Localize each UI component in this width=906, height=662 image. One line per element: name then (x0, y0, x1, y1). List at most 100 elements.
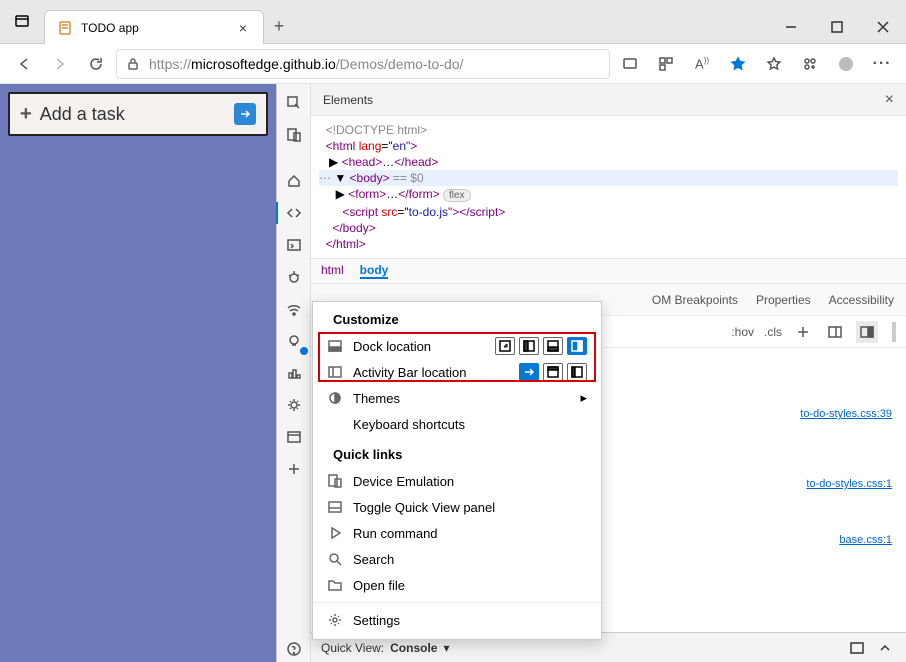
plus-icon: + (20, 103, 32, 126)
search-icon (327, 551, 343, 567)
url-path: /Demos/demo-to-do/ (336, 56, 464, 72)
memory-tab[interactable] (281, 360, 307, 386)
text-icon: A)) (695, 56, 709, 71)
menu-toggle-quickview[interactable]: Toggle Quick View panel (313, 494, 601, 520)
menu-heading-customize: Customize (313, 302, 601, 333)
dom-tree[interactable]: <!DOCTYPE html> <html lang="en"> ▶ <head… (311, 116, 906, 258)
console-tab[interactable] (281, 232, 307, 258)
qr-button[interactable] (650, 48, 682, 80)
dock-left-option[interactable] (519, 337, 539, 355)
computed-toggle[interactable] (824, 321, 846, 343)
sources-tab[interactable] (281, 264, 307, 290)
url-protocol: https:// (149, 56, 191, 72)
minimize-button[interactable] (768, 11, 814, 43)
arrow-right-icon (237, 106, 253, 122)
menu-keyboard-shortcuts[interactable]: Keyboard shortcuts (313, 411, 601, 437)
gear-icon (286, 397, 302, 413)
forward-button (44, 48, 76, 80)
application-tab[interactable] (281, 392, 307, 418)
quickview-select[interactable]: Console (390, 641, 437, 655)
hov-toggle[interactable]: :hov (731, 325, 754, 339)
source-link[interactable]: base.css:1 (839, 534, 892, 546)
help-button[interactable] (281, 636, 307, 662)
add-task-placeholder: Add a task (40, 104, 125, 125)
favorites-hub-button[interactable] (758, 48, 790, 80)
performance-tab[interactable] (281, 328, 307, 354)
menu-activitybar-location[interactable]: Activity Bar location (313, 359, 601, 385)
dock-undock-option[interactable] (495, 337, 515, 355)
sidebar-icon (327, 364, 343, 380)
menu-search[interactable]: Search (313, 546, 601, 572)
new-rule-button[interactable] (792, 321, 814, 343)
refresh-button[interactable] (80, 48, 112, 80)
read-aloud-button[interactable]: A)) (686, 48, 718, 80)
source-link[interactable]: to-do-styles.css:1 (806, 478, 892, 490)
elements-tab[interactable] (281, 200, 307, 226)
submit-task-button[interactable] (234, 103, 256, 125)
webpage-viewport: + Add a task (0, 84, 276, 662)
quickview-collapse-button[interactable] (874, 637, 896, 659)
profile-button[interactable] (830, 48, 862, 80)
tab-close-button[interactable]: × (235, 20, 251, 36)
panel-title: Elements (323, 93, 885, 107)
source-link[interactable]: to-do-styles.css:39 (800, 408, 892, 420)
wifi-icon (286, 301, 302, 317)
close-button[interactable] (860, 11, 906, 43)
tab-title: TODO app (81, 21, 227, 35)
plus-icon (795, 324, 811, 340)
abar-left-option[interactable] (567, 363, 587, 381)
crumb-body[interactable]: body (360, 263, 389, 279)
sidebar-toggle[interactable] (856, 321, 878, 343)
new-tab-button[interactable]: + (264, 9, 294, 43)
tabs-icon (14, 13, 30, 29)
console-icon (286, 237, 302, 253)
window-titlebar: TODO app × + (0, 0, 906, 44)
dock-right-option[interactable] (567, 337, 587, 355)
add-task-input[interactable]: + Add a task (8, 92, 268, 136)
dock-icon (849, 640, 865, 656)
screencast-icon (622, 56, 638, 72)
menu-run-command[interactable]: Run command (313, 520, 601, 546)
arrow-left-icon (16, 56, 32, 72)
star-plus-icon (766, 56, 782, 72)
browser-tab[interactable]: TODO app × (44, 10, 264, 44)
device-toggle-button[interactable] (281, 122, 307, 148)
page-icon (57, 20, 73, 36)
back-button[interactable] (8, 48, 40, 80)
abar-top-option[interactable] (543, 363, 563, 381)
collections-button[interactable] (794, 48, 826, 80)
panel-close-button[interactable]: × (885, 91, 894, 109)
add-panel-button[interactable] (281, 456, 307, 482)
abar-default-option[interactable] (519, 363, 539, 381)
maximize-button[interactable] (814, 11, 860, 43)
theme-icon (327, 390, 343, 406)
inspect-tool-button[interactable] (281, 90, 307, 116)
panel-icon (827, 324, 843, 340)
tab-accessibility[interactable]: Accessibility (829, 293, 894, 307)
code-icon (286, 205, 302, 221)
tab-dom-breakpoints[interactable]: OM Breakpoints (652, 293, 738, 307)
scrollbar[interactable] (892, 322, 896, 342)
window-icon (286, 429, 302, 445)
home-icon (286, 173, 302, 189)
welcome-tab[interactable] (281, 168, 307, 194)
dock-bottom-option[interactable] (543, 337, 563, 355)
avatar-icon (838, 56, 854, 72)
menu-themes[interactable]: Themes ▸ (313, 385, 601, 411)
screencast-button[interactable] (614, 48, 646, 80)
breadcrumb[interactable]: html body (311, 258, 906, 284)
security-tab[interactable] (281, 424, 307, 450)
menu-settings[interactable]: Settings (313, 607, 601, 633)
menu-open-file[interactable]: Open file (313, 572, 601, 598)
menu-device-emulation[interactable]: Device Emulation (313, 468, 601, 494)
favorite-button[interactable] (722, 48, 754, 80)
quickview-dock-button[interactable] (846, 637, 868, 659)
menu-dock-location[interactable]: Dock location (313, 333, 601, 359)
cls-toggle[interactable]: .cls (764, 325, 782, 339)
url-input[interactable]: https://microsoftedge.github.io/Demos/de… (116, 49, 610, 79)
tab-actions-button[interactable] (0, 0, 44, 43)
menu-button[interactable]: ··· (866, 48, 898, 80)
tab-properties[interactable]: Properties (756, 293, 811, 307)
crumb-html[interactable]: html (321, 263, 344, 279)
network-tab[interactable] (281, 296, 307, 322)
